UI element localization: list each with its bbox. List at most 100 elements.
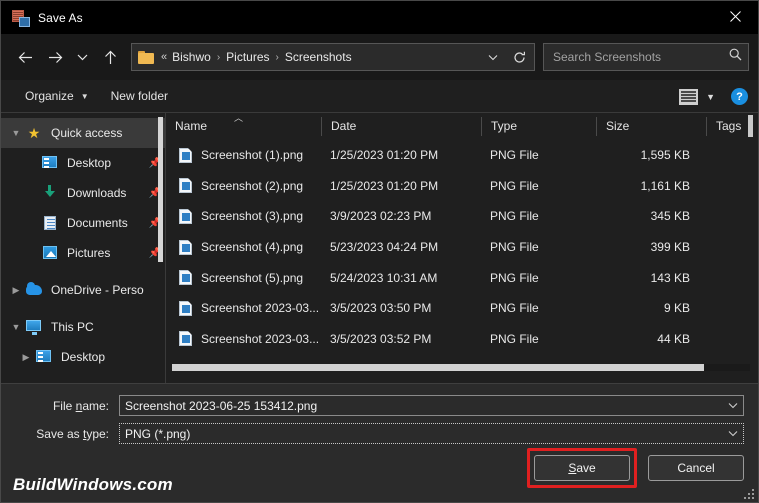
search-icon[interactable] (729, 48, 742, 66)
dialog-body: ▼ ★ Quick access Desktop 📌 Downloads 📌 D… (1, 113, 758, 383)
table-row[interactable]: Screenshot (4).png 5/23/2023 04:24 PM PN… (166, 232, 758, 263)
label-pre: File (52, 398, 76, 413)
sidebar-item-label: OneDrive - Perso (51, 283, 144, 297)
file-type-cell: PNG File (490, 209, 539, 224)
png-file-icon (179, 270, 192, 286)
scrollbar-thumb[interactable] (172, 364, 704, 371)
up-arrow-icon[interactable] (95, 42, 125, 72)
file-type-cell: PNG File (490, 148, 539, 163)
resize-grip-icon[interactable] (743, 488, 754, 499)
sidebar-item-this-pc-desktop[interactable]: ▶ Desktop (1, 342, 165, 372)
save-as-type-select[interactable]: PNG (*.png) (119, 423, 744, 444)
new-folder-label: New folder (110, 89, 168, 103)
file-date-cell: 3/5/2023 03:50 PM (330, 301, 432, 316)
address-bar[interactable]: « Bishwo › Pictures › Screenshots (131, 43, 535, 71)
chevron-down-icon[interactable]: ▼ (7, 128, 25, 138)
help-icon[interactable]: ? (731, 88, 748, 105)
chevron-down-icon[interactable]: ▼ (706, 92, 715, 102)
column-header-date[interactable]: Date (321, 117, 481, 136)
search-box[interactable]: Search Screenshots (543, 43, 749, 71)
chevron-down-icon[interactable]: ▼ (7, 322, 25, 332)
file-name-label: File name: (15, 399, 119, 413)
sidebar-scrollbar[interactable] (158, 117, 163, 262)
downloads-icon (41, 185, 59, 201)
forward-arrow-icon[interactable] (40, 42, 70, 72)
star-icon: ★ (27, 125, 41, 141)
column-header-type[interactable]: Type (481, 117, 596, 136)
breadcrumb-overflow-icon[interactable]: « (161, 51, 169, 63)
file-date-cell: 5/23/2023 04:24 PM (330, 240, 439, 255)
sidebar-item-this-pc[interactable]: ▼ This PC (1, 312, 165, 342)
chevron-down-icon[interactable] (723, 424, 743, 443)
table-row[interactable]: Screenshot (5).png 5/24/2023 10:31 AM PN… (166, 262, 758, 293)
file-rows: Screenshot (1).png 1/25/2023 01:20 PM PN… (166, 140, 758, 383)
file-name-label: Screenshot 2023-03... (201, 301, 320, 316)
save-as-dialog: Save As « Bishwo › Pictures › Screenshot… (0, 0, 759, 503)
breadcrumb-item-2[interactable]: Screenshots (282, 48, 355, 66)
file-list-vertical-scrollbar[interactable] (748, 115, 753, 137)
search-input[interactable]: Search Screenshots (553, 50, 729, 64)
file-name-cell: Screenshot 2023-03... (166, 300, 321, 316)
sidebar-item-desktop[interactable]: Desktop 📌 (1, 148, 165, 178)
table-row[interactable]: Screenshot 2023-03... 3/5/2023 03:52 PM … (166, 324, 758, 355)
file-name-label: Screenshot (4).png (201, 240, 304, 255)
breadcrumb-item-0[interactable]: Bishwo (169, 48, 214, 66)
refresh-icon[interactable] (506, 44, 532, 70)
png-file-icon (179, 147, 192, 163)
file-list-horizontal-scrollbar[interactable] (172, 364, 750, 371)
save-accel: S (568, 461, 577, 475)
column-header-name[interactable]: Name ︿ (166, 113, 321, 136)
sidebar-item-documents[interactable]: Documents 📌 (1, 208, 165, 238)
new-folder-button[interactable]: New folder (103, 85, 176, 107)
table-row[interactable]: Screenshot (1).png 1/25/2023 01:20 PM PN… (166, 140, 758, 171)
file-name-cell: Screenshot (3).png (166, 208, 321, 224)
file-name-cell: Screenshot 2023-03... (166, 331, 321, 347)
sidebar-item-downloads[interactable]: Downloads 📌 (1, 178, 165, 208)
save-label: ave (576, 461, 596, 475)
breadcrumb-item-1[interactable]: Pictures (223, 48, 272, 66)
table-row[interactable]: Screenshot (2).png 1/25/2023 01:20 PM PN… (166, 171, 758, 202)
back-arrow-icon[interactable] (10, 42, 40, 72)
dialog-buttons: Save Cancel (527, 448, 744, 488)
label-post: ame: (82, 398, 109, 413)
sidebar-item-quick-access[interactable]: ▼ ★ Quick access (1, 118, 165, 148)
sidebar-item-onedrive[interactable]: ▶ OneDrive - Perso (1, 275, 165, 305)
label-post: ype: (86, 426, 109, 441)
chevron-right-icon[interactable]: ▶ (17, 352, 35, 363)
watermark: BuildWindows.com (13, 475, 173, 494)
documents-icon (41, 215, 59, 231)
sidebar-item-pictures[interactable]: Pictures 📌 (1, 238, 165, 268)
file-name-cell: Screenshot (5).png (166, 270, 321, 286)
table-row[interactable]: Screenshot (3).png 3/9/2023 02:23 PM PNG… (166, 201, 758, 232)
close-icon[interactable] (713, 1, 758, 32)
folder-icon (138, 50, 154, 64)
desktop-icon (35, 349, 53, 365)
file-date-cell: 1/25/2023 01:20 PM (330, 178, 439, 193)
file-name-input[interactable]: Screenshot 2023-06-25 153412.png (119, 395, 744, 416)
sidebar-item-label: Quick access (51, 126, 123, 140)
save-button[interactable]: Save (534, 455, 630, 481)
breadcrumb-separator-0[interactable]: › (214, 52, 223, 63)
organize-button[interactable]: Organize ▼ (17, 85, 97, 107)
file-date-cell: 1/25/2023 01:20 PM (330, 148, 439, 163)
column-header-size[interactable]: Size (596, 117, 706, 136)
command-bar: Organize ▼ New folder ▼ ? (1, 80, 758, 113)
save-as-type-label: Save as type: (15, 427, 119, 441)
chevron-down-icon[interactable] (723, 396, 743, 415)
file-name-cell: Screenshot (4).png (166, 239, 321, 255)
recent-locations-icon[interactable] (70, 42, 95, 72)
list-view-icon[interactable] (679, 88, 699, 105)
chevron-down-icon[interactable] (480, 44, 506, 70)
file-name-label: Screenshot (1).png (201, 148, 304, 163)
sidebar-item-label: Pictures (67, 246, 111, 260)
cancel-button[interactable]: Cancel (648, 455, 744, 481)
sidebar-item-label: Documents (67, 216, 128, 230)
chevron-right-icon[interactable]: ▶ (7, 285, 25, 296)
sidebar-item-label: Downloads (67, 186, 127, 200)
breadcrumb-separator-1[interactable]: › (273, 52, 282, 63)
organize-label: Organize (25, 89, 74, 103)
this-pc-icon (25, 319, 43, 335)
file-name-value: Screenshot 2023-06-25 153412.png (125, 398, 318, 413)
png-file-icon (179, 239, 192, 255)
table-row[interactable]: Screenshot 2023-03... 3/5/2023 03:50 PM … (166, 293, 758, 324)
